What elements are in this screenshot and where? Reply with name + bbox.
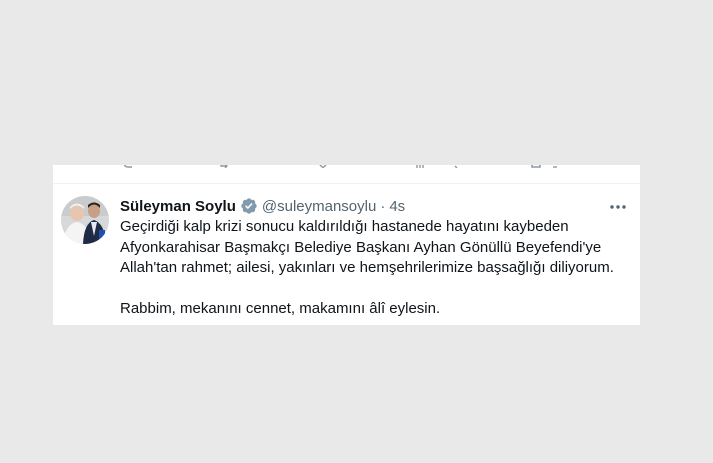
tweet-header: Süleyman Soylu @suleymansoylu · 4s xyxy=(120,195,625,217)
views-count-fragment-icon xyxy=(454,165,458,168)
previous-tweet-actions xyxy=(53,165,640,184)
avatar[interactable] xyxy=(61,196,109,244)
reply-icon[interactable] xyxy=(123,165,133,168)
author-handle[interactable]: @suleymansoylu xyxy=(262,198,376,215)
tweet-card[interactable]: Süleyman Soylu @suleymansoylu · 4s Geçir… xyxy=(53,165,640,325)
like-icon[interactable] xyxy=(318,165,328,168)
separator-dot: · xyxy=(380,197,386,215)
tweet-content: Süleyman Soylu @suleymansoylu · 4s Geçir… xyxy=(120,195,625,320)
tweet-text-line: Geçirdiği kalp krizi sonucu kaldırıldığı… xyxy=(120,218,569,235)
share-fragment-icon xyxy=(553,166,557,168)
tweet-text-paragraph: Rabbim, mekanını cennet, makamını âlî ey… xyxy=(120,300,441,317)
tweet-text-line: Afyonkarahisar Başmakçı Belediye Başkanı… xyxy=(120,238,602,256)
share-icon[interactable] xyxy=(531,165,541,168)
avatar-photo xyxy=(61,196,109,244)
retweet-icon[interactable] xyxy=(220,165,230,168)
tweet-text-line: Allah'tan rahmet; ailesi, yakınları ve h… xyxy=(120,259,614,276)
author-name[interactable]: Süleyman Soylu xyxy=(120,198,236,215)
views-icon[interactable] xyxy=(415,165,425,168)
verified-badge-icon xyxy=(241,198,257,214)
tweet-text: Geçirdiği kalp krizi sonucu kaldırıldığı… xyxy=(120,217,625,320)
tweet-timestamp[interactable]: 4s xyxy=(389,198,405,215)
